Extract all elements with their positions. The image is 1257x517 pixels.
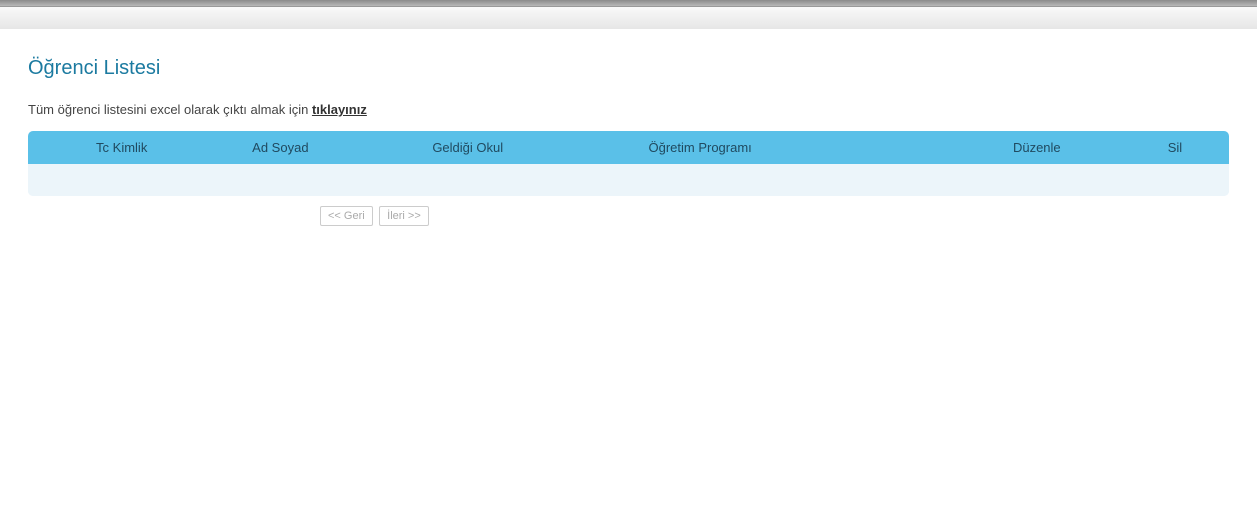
table-empty-row — [28, 164, 1229, 196]
page-title: Öğrenci Listesi — [28, 57, 1229, 80]
content-area: Öğrenci Listesi Tüm öğrenci listesini ex… — [0, 29, 1257, 236]
col-sil: Sil — [1121, 131, 1229, 164]
student-table-container: Tc Kimlik Ad Soyad Geldiği Okul Öğretim … — [28, 131, 1229, 196]
prev-button[interactable]: << Geri — [320, 206, 373, 226]
export-instruction-text: Tüm öğrenci listesini excel olarak çıktı… — [28, 102, 312, 117]
header-gradient — [0, 7, 1257, 29]
student-table: Tc Kimlik Ad Soyad Geldiği Okul Öğretim … — [28, 131, 1229, 196]
col-spacer — [28, 131, 88, 164]
export-excel-link[interactable]: tıklayınız — [312, 102, 367, 117]
export-instruction: Tüm öğrenci listesini excel olarak çıktı… — [28, 102, 1229, 117]
table-empty-cell — [28, 164, 1229, 196]
next-button[interactable]: İleri >> — [379, 206, 429, 226]
col-tc-kimlik: Tc Kimlik — [88, 131, 244, 164]
col-ad-soyad: Ad Soyad — [244, 131, 424, 164]
table-header-row: Tc Kimlik Ad Soyad Geldiği Okul Öğretim … — [28, 131, 1229, 164]
col-geldigi-okul: Geldiği Okul — [424, 131, 640, 164]
col-ogretim-programi: Öğretim Programı — [640, 131, 952, 164]
pagination: << Geri İleri >> — [28, 196, 1229, 226]
col-duzenle: Düzenle — [953, 131, 1121, 164]
window-top-bar — [0, 0, 1257, 7]
